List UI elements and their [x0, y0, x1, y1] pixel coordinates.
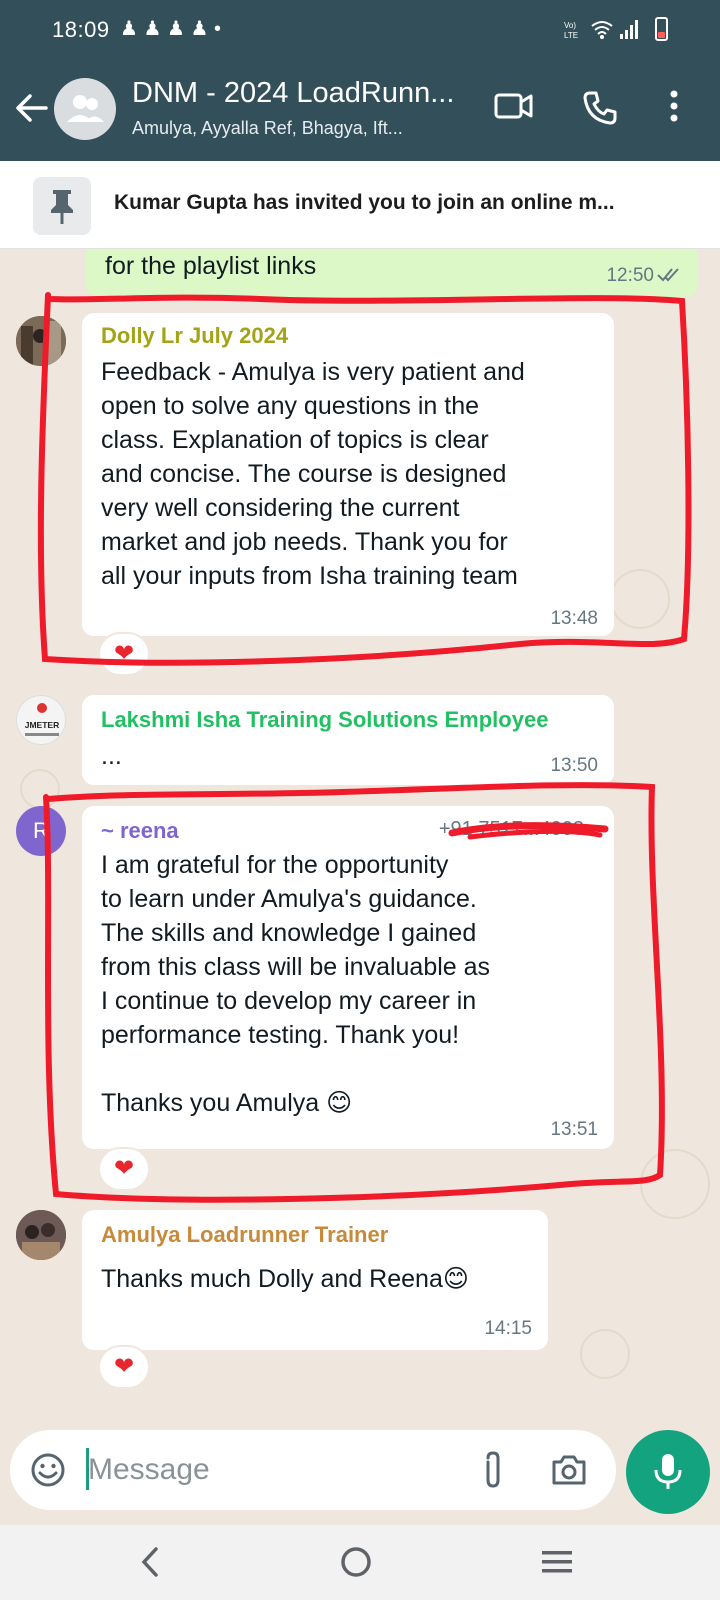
- nav-home-icon[interactable]: [339, 1545, 373, 1584]
- status-time: 18:09: [52, 17, 110, 42]
- video-call-icon[interactable]: [494, 90, 534, 127]
- pinned-message-text: Kumar Gupta has invited you to join an o…: [114, 191, 615, 214]
- message-composer[interactable]: Message: [10, 1430, 616, 1510]
- chat-participants[interactable]: Amulya, Ayyalla Ref, Bhagya, Ift...: [132, 118, 403, 139]
- svg-text:Vo): Vo): [564, 21, 576, 30]
- message-text: Thanks much Dolly and Reena😊: [101, 1265, 469, 1293]
- pinned-message-banner[interactable]: Kumar Gupta has invited you to join an o…: [0, 161, 720, 249]
- avatar-letter: R: [33, 818, 49, 843]
- heart-reaction-icon: ❤: [113, 1155, 135, 1182]
- message-text: ...: [101, 742, 122, 770]
- nav-back-icon[interactable]: [138, 1545, 162, 1584]
- wallpaper-doodle: [610, 569, 670, 629]
- sender-name[interactable]: Dolly Lr July 2024: [101, 323, 288, 349]
- avatar[interactable]: [16, 316, 66, 366]
- message-time: 14:15: [484, 1318, 532, 1339]
- more-options-icon[interactable]: [668, 88, 680, 129]
- avatar[interactable]: JMETER: [16, 695, 66, 745]
- incoming-message[interactable]: ~ reena +91 7517...4003 I am grateful fo…: [82, 806, 614, 1149]
- status-bar: 18:09 ♟ ♟ ♟ ♟ • Vo) LTE: [0, 0, 720, 58]
- incoming-message[interactable]: Dolly Lr July 2024 Feedback - Amulya is …: [82, 313, 614, 636]
- message-time: 13:51: [550, 1119, 598, 1140]
- pin-icon: [33, 177, 91, 235]
- emoji-icon[interactable]: [30, 1452, 66, 1493]
- phone-call-icon[interactable]: [582, 90, 618, 131]
- avatar[interactable]: [16, 1210, 66, 1260]
- sender-name[interactable]: ~ reena: [101, 818, 179, 844]
- chat-title[interactable]: DNM - 2024 LoadRunn...: [132, 77, 454, 110]
- svg-text:LTE: LTE: [564, 31, 578, 40]
- svg-text:JMETER: JMETER: [25, 720, 59, 730]
- battery-icon: [655, 17, 668, 41]
- back-arrow-icon[interactable]: [12, 86, 52, 130]
- reaction-badge[interactable]: ❤: [98, 1345, 150, 1389]
- incoming-message[interactable]: Lakshmi Isha Training Solutions Employee…: [82, 695, 614, 785]
- mic-button[interactable]: [626, 1430, 710, 1514]
- system-navigation-bar: [0, 1525, 720, 1600]
- signal-icon: Vo) LTE: [564, 18, 660, 43]
- group-avatar[interactable]: [54, 78, 116, 140]
- chat-header: DNM - 2024 LoadRunn... Amulya, Ayyalla R…: [0, 58, 720, 161]
- heart-reaction-icon: ❤: [113, 640, 135, 667]
- camera-icon[interactable]: [550, 1452, 588, 1493]
- sender-phone: +91 7517...4003: [438, 818, 584, 840]
- reaction-badge[interactable]: ❤: [98, 632, 150, 676]
- attach-icon[interactable]: [478, 1450, 508, 1495]
- message-text: for the playlist links: [105, 252, 317, 280]
- message-time: 13:50: [550, 755, 598, 776]
- wallpaper-doodle: [580, 1329, 630, 1379]
- incoming-message[interactable]: Amulya Loadrunner Trainer Thanks much Do…: [82, 1210, 548, 1350]
- chat-messages[interactable]: for the playlist links 12:50 Dolly Lr Ju…: [0, 249, 720, 1425]
- mic-icon: [654, 1454, 682, 1489]
- heart-reaction-icon: ❤: [113, 1353, 135, 1380]
- sender-name[interactable]: Lakshmi Isha Training Solutions Employee: [101, 707, 548, 733]
- message-time: 12:50: [606, 265, 654, 286]
- reaction-badge[interactable]: ❤: [98, 1147, 150, 1191]
- notification-icons: ♟ ♟ ♟ ♟ •: [120, 18, 221, 40]
- message-input[interactable]: Message: [88, 1453, 210, 1487]
- message-time: 13:48: [550, 608, 598, 629]
- wallpaper-doodle: [640, 1149, 710, 1219]
- read-receipt-icon: [657, 268, 679, 282]
- wallpaper-doodle: [20, 769, 60, 809]
- message-text: I am grateful for the opportunity to lea…: [101, 851, 491, 1117]
- nav-recents-icon[interactable]: [540, 1545, 574, 1584]
- message-text: Feedback - Amulya is very patient and op…: [101, 358, 525, 590]
- sender-name[interactable]: Amulya Loadrunner Trainer: [101, 1222, 388, 1248]
- avatar[interactable]: R: [16, 806, 66, 856]
- outgoing-message[interactable]: for the playlist links 12:50: [86, 249, 698, 297]
